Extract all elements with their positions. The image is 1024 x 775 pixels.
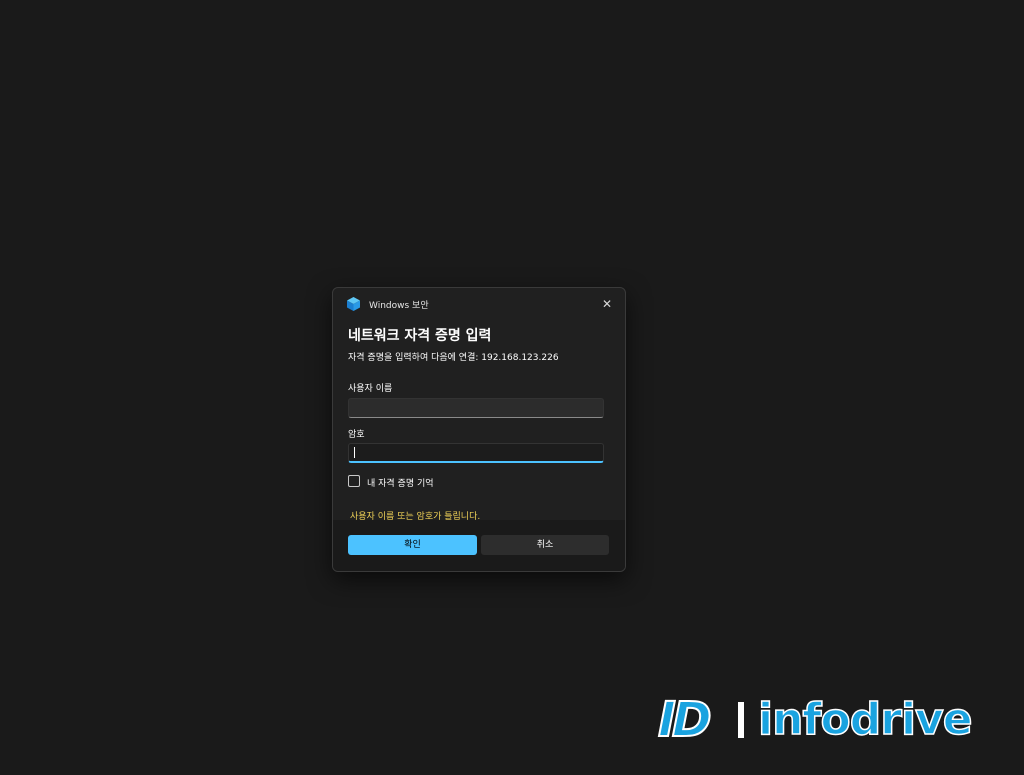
username-label: 사용자 이름 (348, 384, 393, 394)
username-field[interactable] (348, 398, 604, 418)
infodrive-watermark: ID infodrive (657, 688, 1002, 752)
window-title: Windows 보안 (369, 301, 429, 311)
password-field[interactable] (348, 443, 604, 463)
cancel-button[interactable]: 취소 (481, 535, 609, 555)
logo-text: infodrive (757, 693, 973, 746)
credential-dialog: Windows 보안 ✕ 네트워크 자격 증명 입력 자격 증명을 입력하여 다… (332, 287, 626, 572)
dialog-titlebar: Windows 보안 ✕ (333, 288, 625, 320)
ok-button[interactable]: 확인 (348, 535, 477, 555)
shield-icon (347, 297, 360, 311)
dialog-subtext: 자격 증명을 입력하여 다음에 연결: 192.168.123.226 (348, 353, 559, 363)
close-icon[interactable]: ✕ (602, 297, 612, 311)
close-button[interactable]: ✕ (597, 294, 617, 314)
logo-mark: ID (657, 691, 713, 749)
dialog-footer: 확인 취소 (333, 520, 625, 571)
text-caret (354, 447, 355, 458)
dialog-heading: 네트워크 자격 증명 입력 (348, 328, 492, 344)
remember-checkbox[interactable] (348, 475, 360, 487)
logo-divider (738, 702, 744, 738)
password-label: 암호 (348, 430, 365, 440)
remember-label[interactable]: 내 자격 증명 기억 (367, 476, 434, 489)
